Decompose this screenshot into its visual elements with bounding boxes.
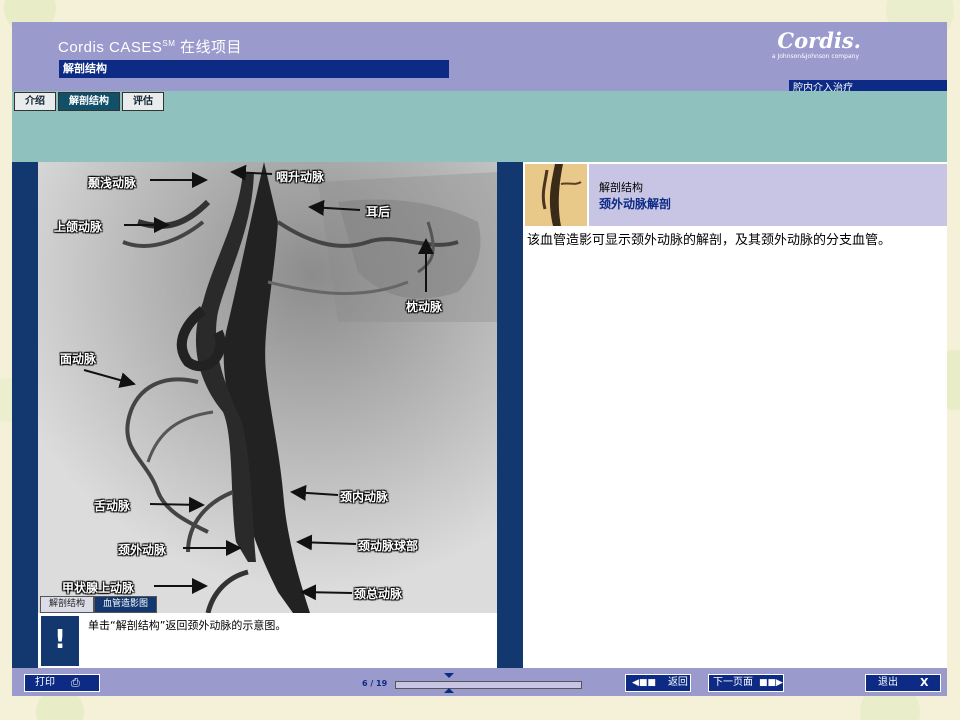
footer-bar: 打印 ⎙ 6 / 19 ◀■■ 返回 下一页面 ■■▶ 退出 X <box>12 668 947 696</box>
info-header: 解剖结构 颈外动脉解剖 <box>589 164 947 226</box>
app-title: Cordis CASESSM 在线项目 <box>58 36 242 57</box>
print-label: 打印 <box>35 677 55 688</box>
label-occipital: 枕动脉 <box>406 300 443 314</box>
label-facial: 面动脉 <box>60 352 97 366</box>
label-pharyngeal: 咽升动脉 <box>276 170 325 184</box>
next-arrow-icon: ■■▶ <box>759 678 783 688</box>
exclamation-icon: ! <box>41 616 79 666</box>
info-category: 解剖结构 <box>599 181 643 194</box>
tab-band: 介绍 解剖结构 评估 <box>12 91 947 162</box>
tab-intro[interactable]: 介绍 <box>14 92 56 111</box>
back-button[interactable]: ◀■■ 返回 <box>625 674 691 692</box>
info-panel: 解剖结构 颈外动脉解剖 该血管造影可显示颈外动脉的解剖，及其颈外动脉的分支血管。 <box>523 162 947 668</box>
image-subtabs: 解剖结构 血管造影图 <box>40 596 158 613</box>
back-arrow-icon: ◀■■ <box>632 678 656 688</box>
angiogram-thumbnail[interactable] <box>525 164 587 226</box>
cordis-logo: Cordis. <box>777 28 861 53</box>
note-bar: ! 单击“解剖结构”返回颈外动脉的示意图。 <box>38 613 497 668</box>
left-strip <box>12 162 38 668</box>
angiogram-drawing <box>38 162 497 613</box>
back-label: 返回 <box>667 677 688 688</box>
label-internal-carotid: 颈内动脉 <box>340 490 389 504</box>
label-common-carotid: 颈总动脉 <box>354 587 403 601</box>
exit-label: 退出 <box>878 677 898 688</box>
close-icon: X <box>920 676 929 689</box>
label-carotid-bulb: 颈动脉球部 <box>358 539 419 553</box>
exit-button[interactable]: 退出 X <box>865 674 941 692</box>
title-text: Cordis CASES <box>58 39 163 56</box>
subtab-anatomy[interactable]: 解剖结构 <box>40 596 95 613</box>
title-suffix: 在线项目 <box>175 39 243 56</box>
label-superior-thyroid: 甲状腺上动脉 <box>62 581 135 595</box>
label-superficial-temporal: 颞浅动脉 <box>88 176 137 190</box>
logo-subtitle: a Johnson&Johnson company <box>771 53 859 60</box>
app-window: Cordis CASESSM 在线项目 解剖结构 Cordis. a Johns… <box>12 22 947 696</box>
angiogram-image: 颞浅动脉 咽升动脉 上颌动脉 耳后 枕动脉 面动脉 舌动脉 颈内动脉 颈外动脉 … <box>38 162 497 613</box>
middle-strip <box>497 162 523 668</box>
page-progress-bar[interactable] <box>395 681 582 689</box>
thumbnail-drawing <box>525 164 587 226</box>
printer-icon: ⎙ <box>71 676 80 689</box>
section-title: 解剖结构 <box>59 60 449 78</box>
content-area: 颞浅动脉 咽升动脉 上颌动脉 耳后 枕动脉 面动脉 舌动脉 颈内动脉 颈外动脉 … <box>12 162 947 668</box>
title-sup: SM <box>162 39 176 48</box>
info-title: 颈外动脉解剖 <box>599 197 672 211</box>
tab-anatomy[interactable]: 解剖结构 <box>58 92 120 111</box>
tab-assessment[interactable]: 评估 <box>122 92 164 111</box>
label-external-carotid: 颈外动脉 <box>118 543 167 557</box>
tab-bar: 介绍 解剖结构 评估 <box>14 92 166 111</box>
label-posterior-auricular: 耳后 <box>366 205 391 219</box>
info-description: 该血管造影可显示颈外动脉的解剖，及其颈外动脉的分支血管。 <box>527 233 892 248</box>
note-text: 单击“解剖结构”返回颈外动脉的示意图。 <box>88 619 287 632</box>
subtab-angiogram[interactable]: 血管造影图 <box>94 596 158 613</box>
progress-marker-top-icon <box>444 673 454 678</box>
progress-marker-bottom-icon <box>444 688 454 693</box>
label-lingual: 舌动脉 <box>94 499 131 513</box>
next-button[interactable]: 下一页面 ■■▶ <box>708 674 784 692</box>
print-button[interactable]: 打印 ⎙ <box>24 674 100 692</box>
next-label: 下一页面 <box>713 677 753 688</box>
label-maxillary: 上颌动脉 <box>54 220 103 234</box>
page-counter: 6 / 19 <box>362 679 388 688</box>
